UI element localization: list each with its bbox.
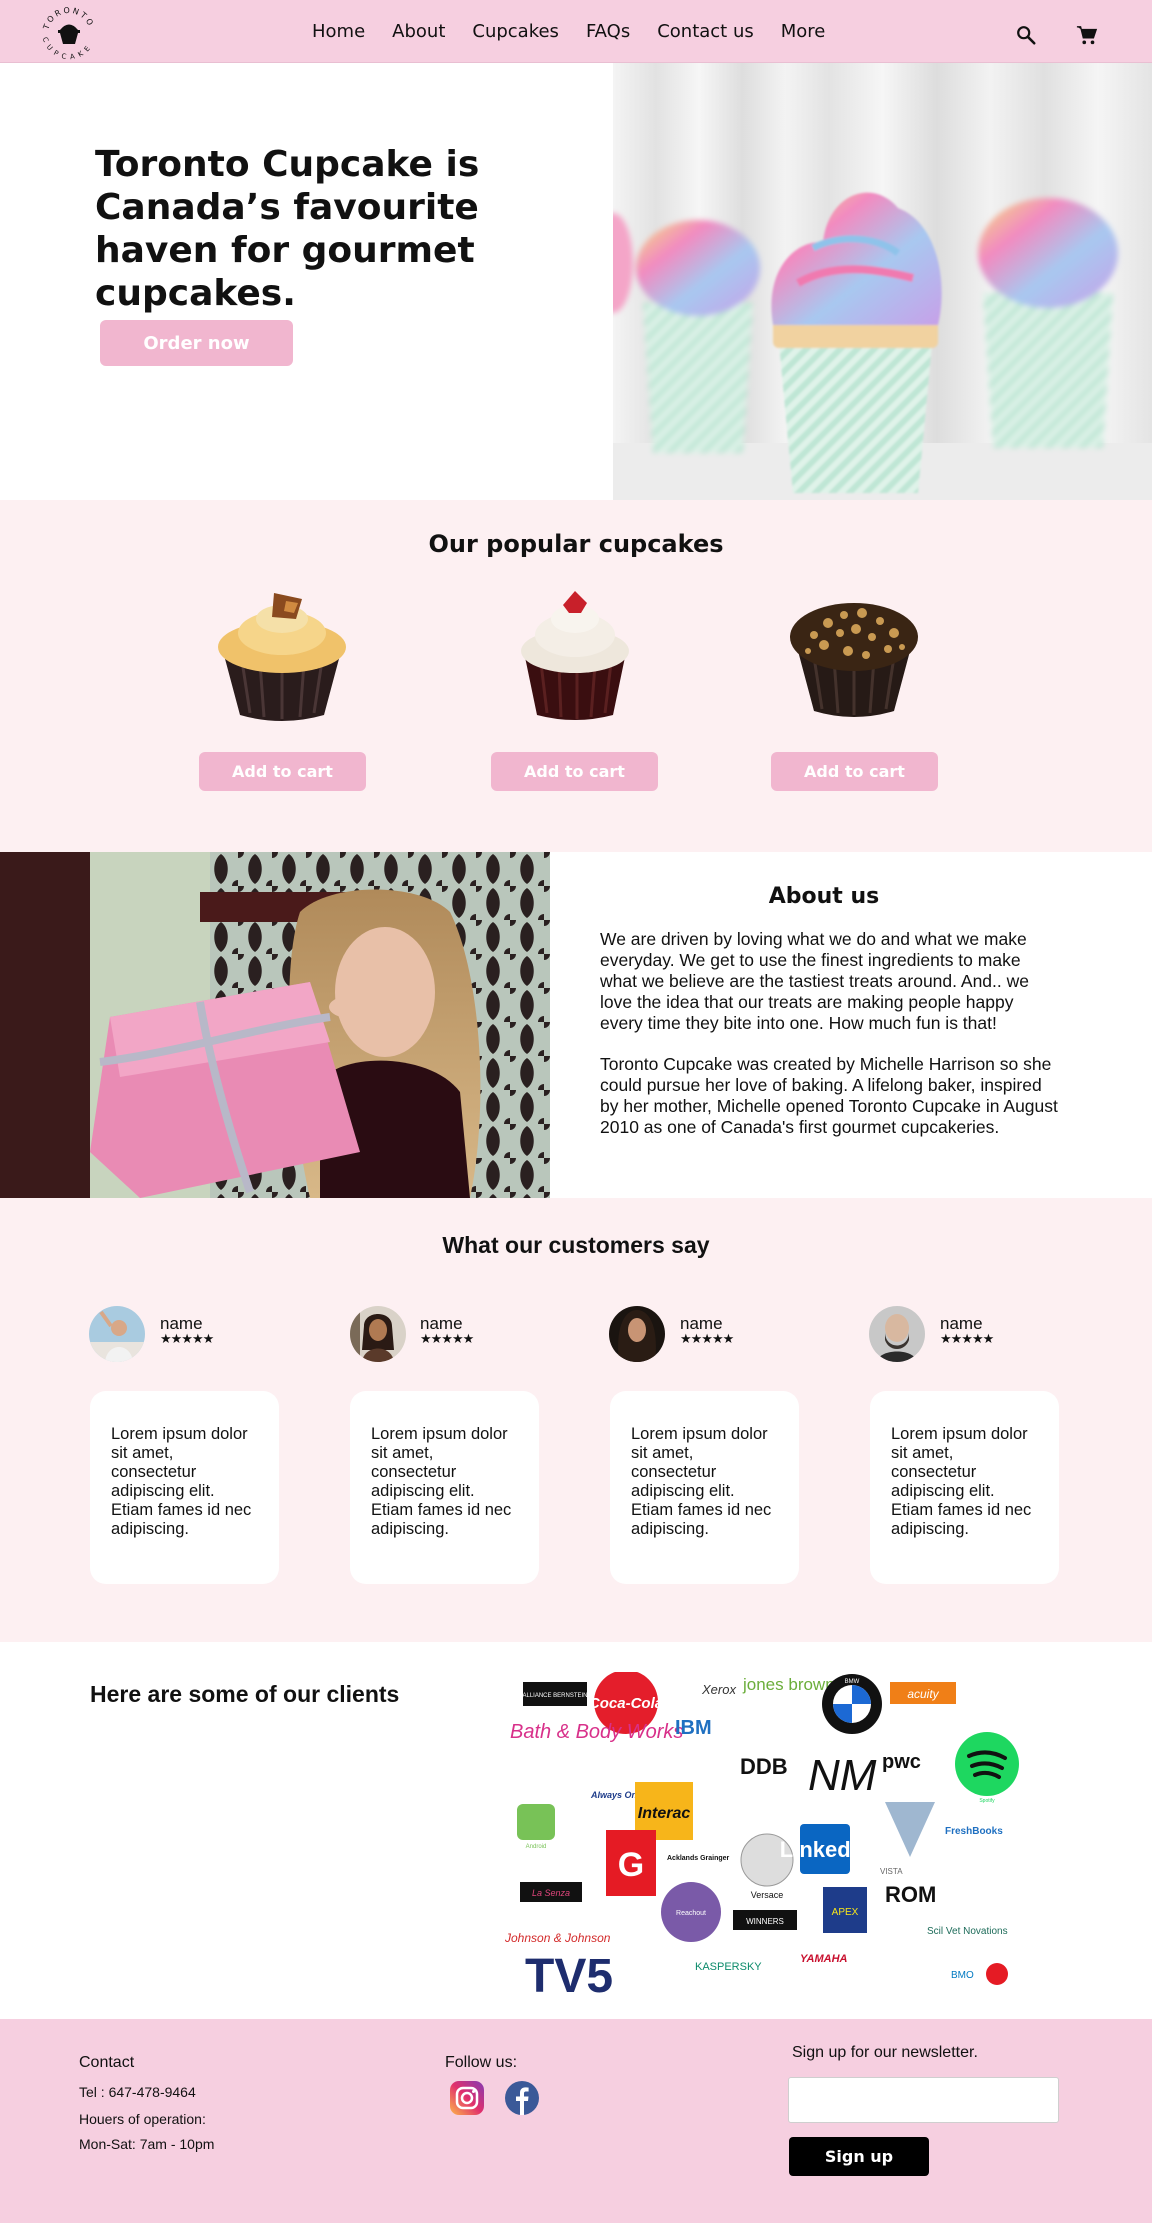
signup-button[interactable]: Sign up (789, 2137, 929, 2176)
svg-text:Scil Vet Novations: Scil Vet Novations (927, 1926, 1008, 1937)
svg-text:BMW: BMW (845, 1679, 860, 1685)
svg-text:acuity: acuity (907, 1687, 939, 1701)
nav-faqs[interactable]: FAQs (586, 21, 630, 42)
svg-text:G: G (618, 1846, 644, 1884)
svg-text:Android: Android (526, 1844, 547, 1850)
about-section: About us We are driven by loving what we… (0, 852, 1152, 1198)
client-logos-collage: ALLIANCE BERNSTEIN Coca-Cola Xerox jones… (505, 1672, 1019, 1997)
customer-avatar-1 (89, 1306, 145, 1362)
customer-avatar-3 (609, 1306, 665, 1362)
customer-avatar-4 (869, 1306, 925, 1362)
add-to-cart-button-3[interactable]: Add to cart (771, 752, 938, 791)
svg-text:NM: NM (808, 1751, 877, 1800)
testimonial-card-4: Lorem ipsum dolor sit amet, consectetur … (870, 1391, 1059, 1584)
popular-cupcakes-section: Our popular cupcakes Add to cart Add to … (0, 500, 1152, 852)
newsletter-email-input[interactable] (788, 2077, 1059, 2123)
hours-label: Houers of operation: (79, 2111, 206, 2127)
svg-text:VISTA: VISTA (880, 1867, 903, 1876)
instagram-icon[interactable] (450, 2081, 484, 2115)
customer-name-2: name (420, 1314, 463, 1333)
about-paragraph-1: We are driven by loving what we do and w… (600, 929, 1029, 1033)
svg-text:Xerox: Xerox (701, 1682, 736, 1697)
svg-text:Acklands Grainger: Acklands Grainger (667, 1855, 730, 1862)
customer-rating-3: ★★★★★ (680, 1332, 734, 1347)
customer-name-1: name (160, 1314, 203, 1333)
customer-name-4: name (940, 1314, 983, 1333)
follow-heading: Follow us: (445, 2054, 518, 2071)
svg-text:jones brown: jones brown (742, 1675, 835, 1694)
facebook-icon[interactable] (505, 2081, 539, 2115)
svg-text:DDB: DDB (740, 1754, 788, 1779)
newsletter-heading: Sign up for our newsletter. (792, 2044, 978, 2061)
cart-icon[interactable] (1076, 24, 1098, 46)
caramel-cupcake-image (218, 593, 346, 721)
about-title: About us (768, 884, 880, 909)
contact-heading: Contact (79, 2054, 135, 2071)
svg-text:IBM: IBM (675, 1717, 712, 1739)
hero-section: Toronto Cupcake is Canada’s favourite ha… (0, 63, 1152, 500)
contact-tel: Tel : 647-478-9464 (79, 2084, 196, 2100)
hero-cupcakes-image (613, 63, 1152, 500)
svg-text:pwc: pwc (882, 1751, 921, 1773)
customer-rating-1: ★★★★★ (160, 1332, 214, 1347)
svg-text:Reachout: Reachout (676, 1910, 706, 1917)
testimonial-card-3: Lorem ipsum dolor sit amet, consectetur … (610, 1391, 799, 1584)
svg-text:Versace: Versace (751, 1890, 784, 1900)
main-menu: Home About Cupcakes FAQs Contact us More (312, 0, 852, 63)
owner-photo (0, 852, 550, 1198)
about-paragraph-2: Toronto Cupcake was created by Michelle … (600, 1054, 1058, 1137)
svg-text:ALLIANCE BERNSTEIN: ALLIANCE BERNSTEIN (522, 1693, 587, 1699)
crunch-cupcake-image (790, 603, 918, 717)
svg-text:LinkedIn: LinkedIn (780, 1837, 870, 1862)
toronto-cupcake-logo[interactable]: TORONTO CUPCAKE (40, 4, 98, 60)
svg-text:YAMAHA: YAMAHA (800, 1953, 848, 1965)
svg-text:La Senza: La Senza (532, 1888, 570, 1898)
nav-about[interactable]: About (392, 21, 445, 42)
add-to-cart-button-2[interactable]: Add to cart (491, 752, 658, 791)
hours-text: Mon-Sat: 7am - 10pm (79, 2136, 215, 2152)
customer-name-3: name (680, 1314, 723, 1333)
nav-more[interactable]: More (781, 21, 826, 42)
svg-text:ROM: ROM (885, 1882, 936, 1907)
nav-home[interactable]: Home (312, 21, 365, 42)
svg-text:Bath & Body Works: Bath & Body Works (510, 1721, 683, 1743)
customer-avatar-2 (350, 1306, 406, 1362)
svg-text:KASPERSKY: KASPERSKY (695, 1961, 762, 1973)
red-velvet-cupcake-image (521, 591, 629, 720)
nav-contact[interactable]: Contact us (657, 21, 754, 42)
testimonial-card-2: Lorem ipsum dolor sit amet, consectetur … (350, 1391, 539, 1584)
testimonials-title: What our customers say (442, 1232, 710, 1258)
customer-rating-4: ★★★★★ (940, 1332, 994, 1347)
order-now-button[interactable]: Order now (100, 320, 293, 366)
svg-text:Coca-Cola: Coca-Cola (589, 1695, 663, 1712)
svg-text:Interac: Interac (638, 1805, 691, 1822)
testimonials-section: What our customers say name ★★★★★ name ★… (0, 1198, 1152, 1642)
clients-section: Here are some of our clients ALLIANCE BE… (0, 1642, 1152, 2019)
clients-title: Here are some of our clients (90, 1681, 400, 1707)
customer-rating-2: ★★★★★ (420, 1332, 474, 1347)
svg-text:TV5: TV5 (525, 1950, 613, 1997)
svg-text:APEX: APEX (832, 1907, 859, 1918)
footer: Contact Tel : 647-478-9464 Houers of ope… (0, 2019, 1152, 2223)
svg-text:Spotify: Spotify (979, 1798, 995, 1804)
svg-text:WINNERS: WINNERS (746, 1917, 784, 1926)
svg-text:FreshBooks: FreshBooks (945, 1826, 1003, 1837)
top-nav: TORONTO CUPCAKE Home About Cupcakes FAQs… (0, 0, 1152, 63)
hero-title: Toronto Cupcake is Canada’s favourite ha… (95, 144, 480, 314)
svg-text:BMO: BMO (951, 1970, 974, 1981)
nav-cupcakes[interactable]: Cupcakes (472, 21, 559, 42)
popular-title: Our popular cupcakes (428, 530, 724, 558)
testimonial-card-1: Lorem ipsum dolor sit amet, consectetur … (90, 1391, 279, 1584)
search-icon[interactable] (1015, 24, 1037, 46)
svg-text:Johnson & Johnson: Johnson & Johnson (505, 1931, 611, 1945)
add-to-cart-button-1[interactable]: Add to cart (199, 752, 366, 791)
